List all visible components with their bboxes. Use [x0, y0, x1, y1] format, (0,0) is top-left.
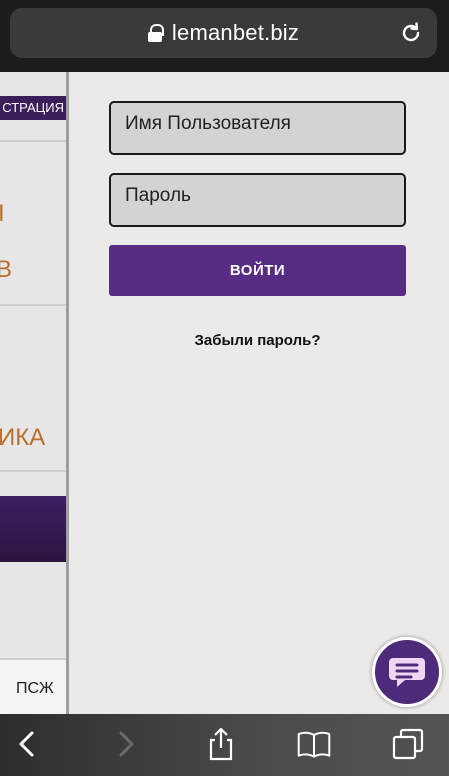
promo-text-1: I	[0, 200, 5, 227]
divider	[0, 304, 68, 306]
promo-banner	[0, 496, 68, 562]
browser-top-bar: lemanbet.biz	[0, 0, 449, 72]
chat-button[interactable]	[372, 637, 442, 707]
bottom-nav: ПСЖ	[0, 658, 68, 714]
chat-icon	[389, 658, 425, 687]
promo-text-3: ИКА	[0, 424, 46, 451]
bottom-nav-link[interactable]: ПСЖ	[16, 680, 54, 698]
address-bar[interactable]: lemanbet.biz	[10, 8, 437, 58]
address-bar-content: lemanbet.biz	[10, 8, 437, 58]
divider	[0, 470, 68, 472]
forward-icon[interactable]	[107, 726, 143, 762]
lock-icon	[147, 24, 164, 42]
bookmarks-icon[interactable]	[296, 726, 332, 762]
share-icon[interactable]	[203, 726, 239, 762]
password-input[interactable]	[111, 175, 404, 225]
browser-toolbar	[0, 714, 449, 776]
back-icon[interactable]	[10, 726, 46, 762]
username-input[interactable]	[111, 103, 404, 153]
divider	[0, 140, 68, 142]
login-panel: ВОЙТИ Забыли пароль?	[69, 72, 449, 714]
tabs-icon[interactable]	[390, 726, 426, 762]
login-button[interactable]: ВОЙТИ	[109, 245, 406, 296]
reload-icon[interactable]	[399, 21, 423, 45]
promo-text-2: В	[0, 256, 13, 283]
password-field[interactable]	[109, 173, 406, 227]
register-tab[interactable]: СТРАЦИЯ	[0, 96, 66, 120]
background-page: СТРАЦИЯ I В ИКА ПСЖ	[0, 72, 68, 714]
forgot-password-link[interactable]: Забыли пароль?	[109, 332, 406, 349]
url-text: lemanbet.biz	[171, 20, 300, 45]
username-field[interactable]	[109, 101, 406, 155]
